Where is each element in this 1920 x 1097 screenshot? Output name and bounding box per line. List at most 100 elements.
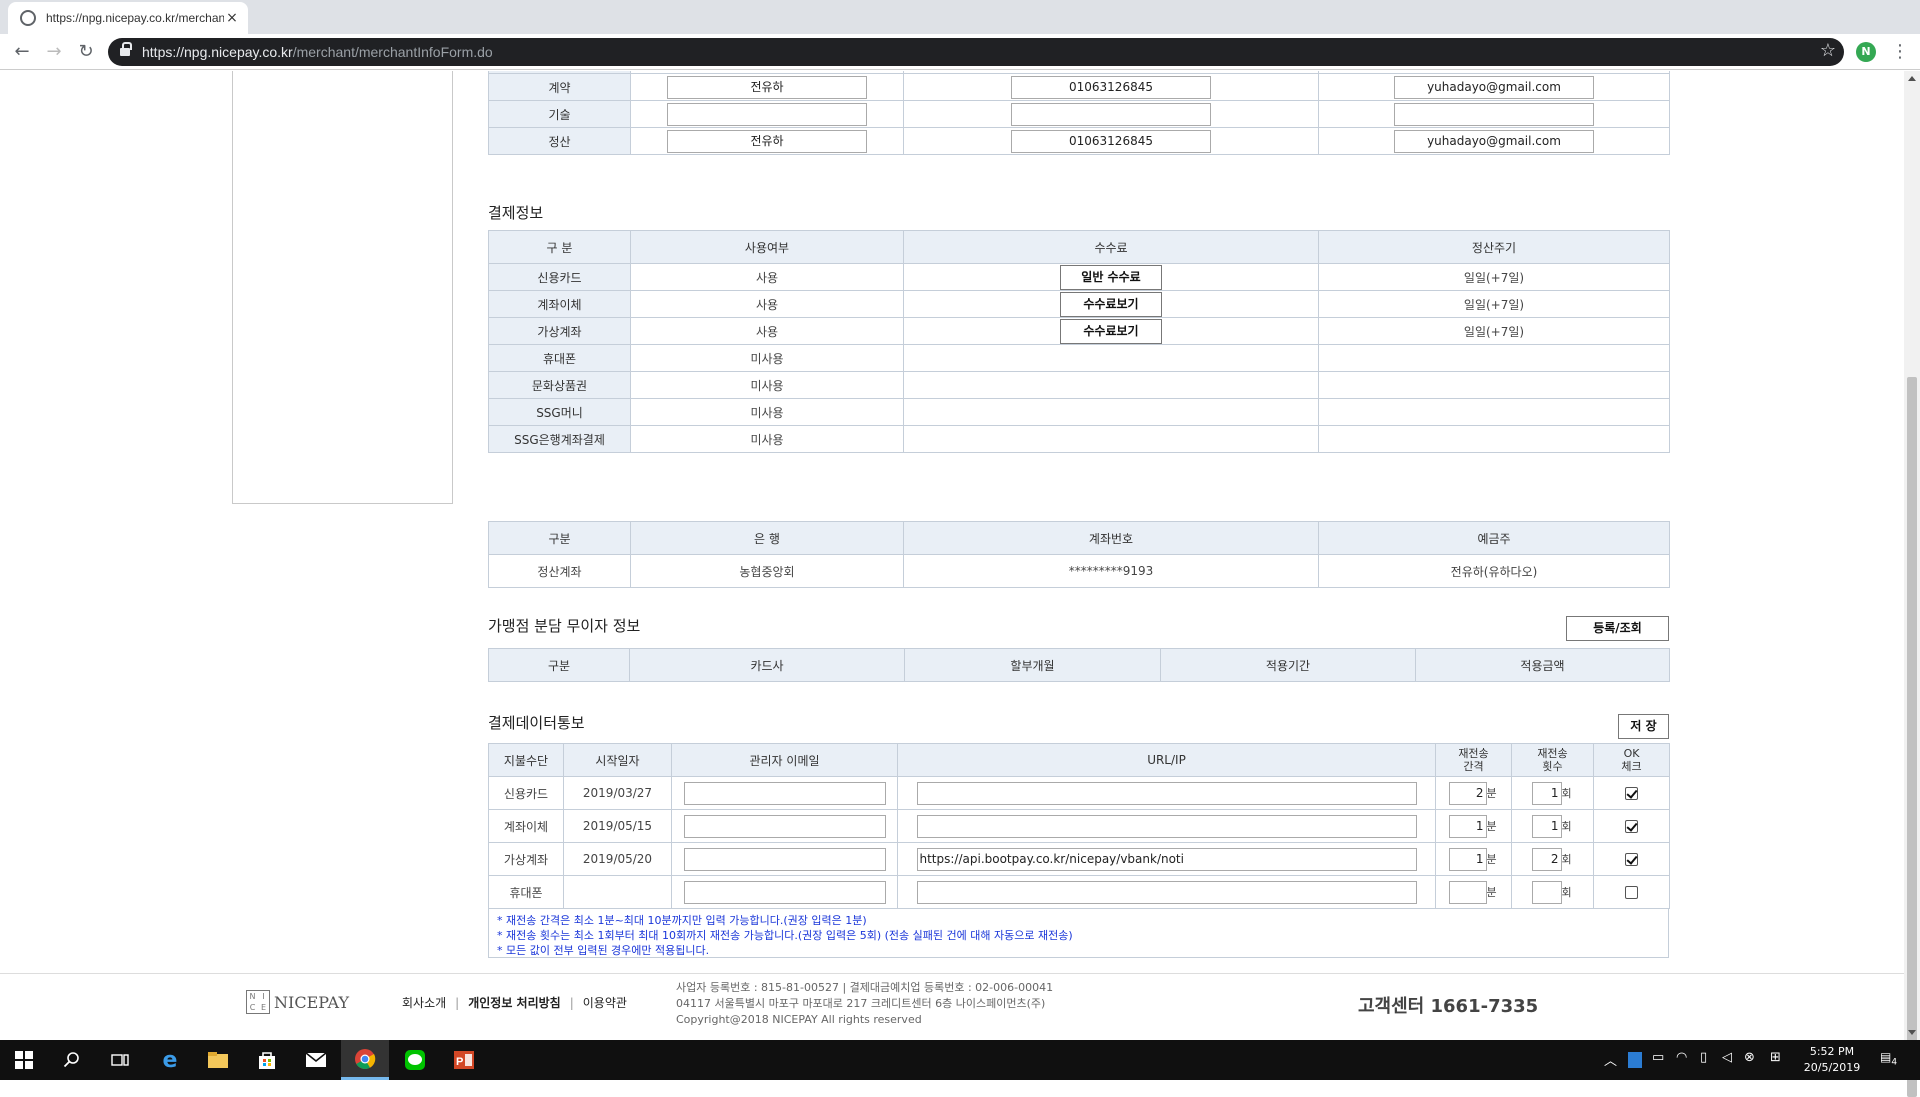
footer-separator: |: [569, 996, 574, 1010]
payment-fee-cell: 일반 수수료: [903, 263, 1319, 291]
notification-email-cell: [671, 776, 898, 810]
blocked-icon[interactable]: ⊗: [1744, 1050, 1755, 1065]
retry-interval-input[interactable]: 1: [1448, 814, 1487, 838]
bookmark-star-icon[interactable]: ☆: [1820, 40, 1836, 61]
contact-name-input[interactable]: 전유하: [667, 129, 867, 153]
fee-button[interactable]: 일반 수수료: [1060, 264, 1162, 290]
customer-center: 고객센터 1661-7335: [1358, 996, 1539, 1017]
minute-unit: 분: [1486, 886, 1497, 899]
fee-button[interactable]: 수수료보기: [1060, 318, 1162, 344]
installment-header: 적용기간: [1160, 648, 1416, 682]
contact-name-input[interactable]: 전유하: [667, 75, 867, 99]
ok-checkbox[interactable]: [1625, 787, 1638, 800]
reload-icon[interactable]: ↻: [74, 40, 98, 64]
url-ip-input[interactable]: [916, 880, 1417, 904]
contact-phone-input[interactable]: 01063126845: [1011, 75, 1211, 99]
taskbar-clock[interactable]: 5:52 PM 20/5/2019: [1802, 1044, 1862, 1076]
search-icon[interactable]: [48, 1040, 96, 1080]
ok-checkbox[interactable]: [1625, 886, 1638, 899]
chrome-icon[interactable]: [341, 1040, 389, 1080]
scroll-down-icon[interactable]: [1908, 1030, 1916, 1035]
browser-tab[interactable]: https://npg.nicepay.co.kr/merchant ×: [8, 2, 248, 34]
ok-check-cell: [1593, 875, 1670, 909]
url-ip-input[interactable]: [916, 814, 1417, 838]
notification-email-cell: [671, 875, 898, 909]
browser-menu-icon[interactable]: ⋮: [1888, 40, 1912, 64]
retry-interval-input[interactable]: 2: [1448, 781, 1487, 805]
retry-count-input[interactable]: [1531, 880, 1562, 904]
powerpoint-icon[interactable]: P: [440, 1040, 488, 1080]
contact-cell: yuhadayo@gmail.com: [1318, 73, 1670, 101]
tray-expand-icon[interactable]: ︿: [1604, 1050, 1617, 1069]
battery-icon[interactable]: ▯: [1700, 1050, 1707, 1065]
payment-header: 사용여부: [630, 230, 904, 264]
contact-email-input[interactable]: yuhadayo@gmail.com: [1394, 75, 1594, 99]
contact-name-input[interactable]: [667, 102, 867, 126]
account-header: 구분: [488, 521, 631, 555]
mail-icon[interactable]: [292, 1040, 340, 1080]
fee-button[interactable]: 수수료보기: [1060, 291, 1162, 317]
scrollbar-thumb[interactable]: [1907, 377, 1917, 1097]
payment-method: SSG은행계좌결제: [488, 425, 631, 453]
input-method-icon[interactable]: ⊞: [1770, 1050, 1781, 1065]
contact-row: 정산 전유하 01063126845 yuhadayo@gmail.com: [488, 127, 1670, 155]
url-ip-input[interactable]: https://api.bootpay.co.kr/nicepay/vbank/…: [916, 847, 1417, 871]
retry-interval-input[interactable]: 1: [1448, 847, 1487, 871]
contact-email-input[interactable]: [1394, 102, 1594, 126]
retry-interval-input[interactable]: [1448, 880, 1487, 904]
network-icon[interactable]: ▭: [1652, 1050, 1664, 1065]
count-unit: 회: [1561, 886, 1572, 899]
retry-count-input[interactable]: 2: [1531, 847, 1562, 871]
admin-email-input[interactable]: [683, 847, 886, 871]
notification-notes: * 재전송 간격은 최소 1분~최대 10분까지만 입력 가능합니다.(권장 입…: [488, 909, 1669, 958]
payment-fee-cell: [903, 344, 1319, 372]
tab-title: https://npg.nicepay.co.kr/merchant: [46, 11, 224, 25]
volume-icon[interactable]: ◁: [1722, 1050, 1732, 1065]
ok-checkbox[interactable]: [1625, 853, 1638, 866]
contact-email-input[interactable]: yuhadayo@gmail.com: [1394, 129, 1594, 153]
edge-browser-icon[interactable]: e: [146, 1040, 194, 1080]
profile-avatar[interactable]: N: [1856, 42, 1876, 62]
windows-start-icon[interactable]: [0, 1040, 48, 1080]
payment-cycle: [1318, 398, 1670, 426]
notification-url-cell: [897, 875, 1436, 909]
retry-count-input[interactable]: 1: [1531, 814, 1562, 838]
logo-mark-letter: N: [249, 992, 256, 1001]
address-bar[interactable]: https://npg.nicepay.co.kr/merchant/merch…: [108, 38, 1844, 66]
store-icon[interactable]: [243, 1040, 291, 1080]
nicepay-logo[interactable]: N I C E NICEPAY: [246, 990, 349, 1014]
save-button[interactable]: 저 장: [1618, 714, 1669, 739]
tab-close-icon[interactable]: ×: [224, 10, 240, 26]
footer-separator: |: [455, 996, 460, 1010]
file-explorer-icon[interactable]: [194, 1040, 242, 1080]
wifi-icon[interactable]: ◠: [1676, 1050, 1687, 1065]
admin-email-input[interactable]: [683, 880, 886, 904]
line-messenger-icon[interactable]: [391, 1040, 439, 1080]
payment-row: 신용카드 사용 일반 수수료 일일(+7일): [488, 263, 1670, 291]
retry-count-input[interactable]: 1: [1531, 781, 1562, 805]
footer-link-privacy[interactable]: 개인정보 처리방침: [468, 996, 561, 1010]
admin-email-input[interactable]: [683, 814, 886, 838]
footer-link-terms[interactable]: 이용약관: [583, 996, 627, 1010]
notification-header: 관리자 이메일: [671, 743, 898, 777]
url-path: /merchant/merchantInfoForm.do: [292, 44, 493, 60]
contact-phone-input[interactable]: [1011, 102, 1211, 126]
register-lookup-button[interactable]: 등록/조회: [1566, 616, 1669, 641]
forward-arrow-icon[interactable]: →: [42, 40, 66, 64]
contact-cell: [630, 100, 904, 128]
ok-checkbox[interactable]: [1625, 820, 1638, 833]
payment-cycle: [1318, 371, 1670, 399]
notification-center-icon[interactable]: ▤4: [1880, 1050, 1897, 1067]
admin-email-input[interactable]: [683, 781, 886, 805]
notification-email-cell: [671, 842, 898, 876]
task-view-icon[interactable]: [96, 1040, 144, 1080]
back-arrow-icon[interactable]: ←: [10, 40, 34, 64]
url-ip-input[interactable]: [916, 781, 1417, 805]
logo-mark-letter: C: [249, 1003, 256, 1012]
count-unit: 회: [1561, 787, 1572, 800]
scroll-up-icon[interactable]: [1908, 76, 1916, 81]
tray-app-icon[interactable]: [1628, 1052, 1642, 1068]
contact-phone-input[interactable]: 01063126845: [1011, 129, 1211, 153]
page-scrollbar[interactable]: [1904, 71, 1920, 1097]
footer-link-company[interactable]: 회사소개: [402, 996, 446, 1010]
